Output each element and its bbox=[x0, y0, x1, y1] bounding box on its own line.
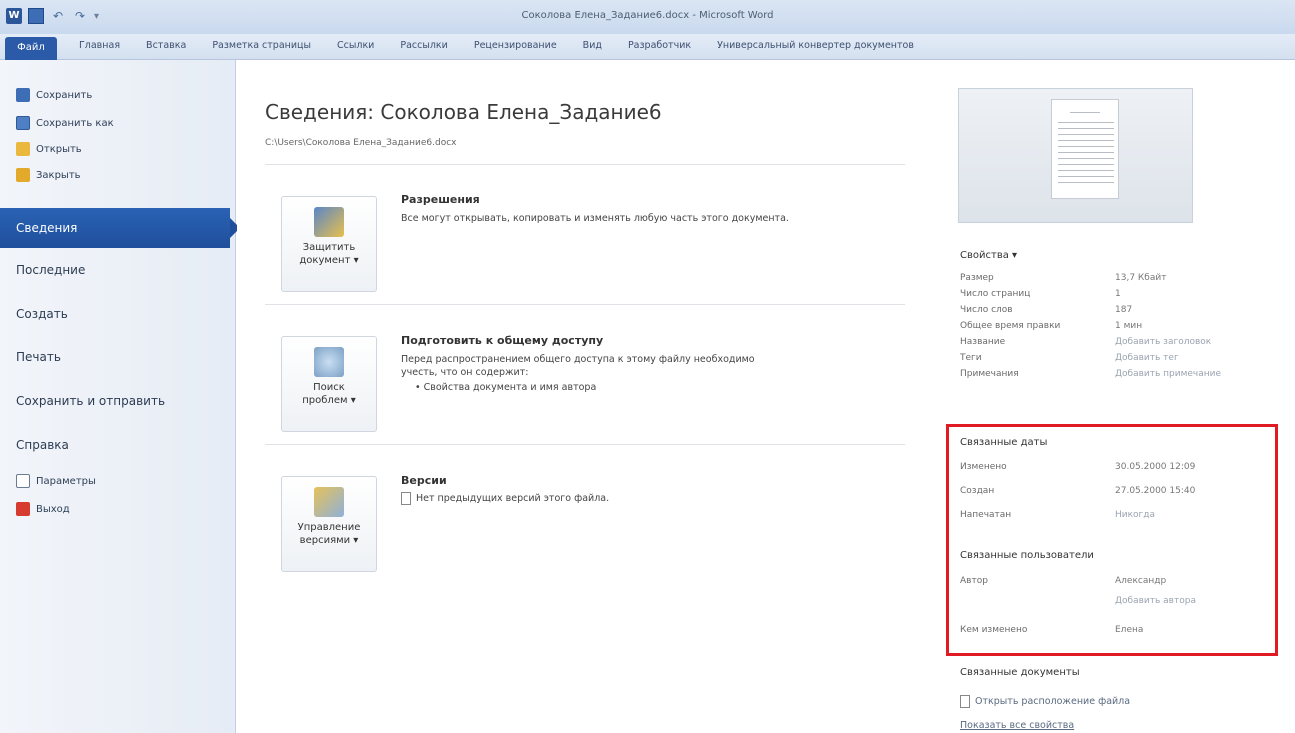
tab-converter[interactable]: Универсальный конвертер документов bbox=[704, 40, 927, 51]
ribbon-tabs: Файл Главная Вставка Разметка страницы С… bbox=[0, 34, 1295, 60]
close-command[interactable]: Закрыть bbox=[16, 166, 81, 184]
property-row: Общее время правки 1 мин bbox=[960, 321, 1280, 331]
save-label: Сохранить bbox=[36, 89, 93, 101]
protect-document-button[interactable]: Защитить документ ▾ bbox=[281, 196, 377, 292]
protect-label-2: документ ▾ bbox=[299, 255, 359, 266]
prepare-text-1: Перед распространением общего доступа к … bbox=[401, 354, 755, 365]
property-key: Название bbox=[960, 337, 1006, 347]
open-label: Открыть bbox=[36, 143, 82, 155]
add-title-link[interactable]: Добавить заголовок bbox=[1115, 337, 1211, 347]
options-icon bbox=[16, 474, 30, 488]
exit-command[interactable]: Выход bbox=[16, 500, 70, 518]
tab-home[interactable]: Главная bbox=[66, 40, 133, 51]
file-path: C:\Users\Соколова Елена_Задание6.docx bbox=[265, 138, 457, 148]
folder-icon bbox=[960, 695, 970, 708]
tab-review[interactable]: Рецензирование bbox=[461, 40, 570, 51]
property-value: 1 bbox=[1115, 289, 1121, 299]
ribbon-tab-list: Главная Вставка Разметка страницы Ссылки… bbox=[66, 40, 927, 51]
thumbnail-page bbox=[1051, 99, 1119, 199]
property-key: Число страниц bbox=[960, 289, 1031, 299]
check-issues-button[interactable]: Поиск проблем ▾ bbox=[281, 336, 377, 432]
property-key: Примечания bbox=[960, 369, 1019, 379]
divider bbox=[265, 164, 905, 165]
nav-new[interactable]: Создать bbox=[16, 307, 68, 321]
page-title: Сведения: Соколова Елена_Задание6 bbox=[265, 100, 662, 124]
open-location-label: Открыть расположение файла bbox=[975, 696, 1131, 707]
property-row: Название Добавить заголовок bbox=[960, 337, 1280, 347]
add-tag-link[interactable]: Добавить тег bbox=[1115, 353, 1179, 363]
options-command[interactable]: Параметры bbox=[16, 472, 96, 490]
nav-recent[interactable]: Последние bbox=[16, 263, 85, 277]
backstage-nav: Сохранить Сохранить как Открыть Закрыть … bbox=[0, 60, 240, 733]
inspect-document-icon bbox=[314, 347, 344, 377]
versions-title: Версии bbox=[401, 474, 447, 487]
open-command[interactable]: Открыть bbox=[16, 140, 82, 158]
save-as-command[interactable]: Сохранить как bbox=[16, 114, 114, 132]
property-row: Число страниц 1 bbox=[960, 289, 1280, 299]
save-as-label: Сохранить как bbox=[36, 117, 114, 129]
prepare-text-2: учесть, что он содержит: bbox=[401, 367, 529, 378]
title-bar: W ↶ ↷ ▾ Соколова Елена_Задание6.docx - M… bbox=[0, 0, 1295, 34]
divider bbox=[265, 444, 905, 445]
folder-close-icon bbox=[16, 168, 30, 182]
property-key: Размер bbox=[960, 273, 994, 283]
tab-developer[interactable]: Разработчик bbox=[615, 40, 704, 51]
versions-label-2: версиями ▾ bbox=[299, 535, 359, 546]
tab-mailings[interactable]: Рассылки bbox=[387, 40, 460, 51]
tab-page-layout[interactable]: Разметка страницы bbox=[199, 40, 324, 51]
nav-info[interactable]: Сведения bbox=[0, 208, 240, 248]
info-main: Сведения: Соколова Елена_Задание6 C:\Use… bbox=[237, 60, 927, 733]
show-all-properties-link[interactable]: Показать все свойства bbox=[960, 720, 1074, 731]
version-doc-icon bbox=[401, 492, 411, 505]
property-value: 187 bbox=[1115, 305, 1133, 315]
add-comment-link[interactable]: Добавить примечание bbox=[1115, 369, 1221, 379]
tab-view[interactable]: Вид bbox=[570, 40, 615, 51]
open-file-location-link[interactable]: Открыть расположение файла bbox=[960, 695, 1130, 708]
close-label: Закрыть bbox=[36, 169, 81, 181]
tab-file[interactable]: Файл bbox=[5, 37, 57, 60]
document-thumbnail bbox=[958, 88, 1193, 223]
window-title: Соколова Елена_Задание6.docx - Microsoft… bbox=[521, 10, 774, 21]
prepare-bullet: • Свойства документа и имя автора bbox=[415, 382, 597, 393]
save-icon bbox=[16, 88, 30, 102]
versions-icon bbox=[314, 487, 344, 517]
manage-versions-button[interactable]: Управление версиями ▾ bbox=[281, 476, 377, 572]
prepare-title: Подготовить к общему доступу bbox=[401, 334, 604, 347]
versions-text-label: Нет предыдущих версий этого файла. bbox=[416, 493, 610, 504]
exit-label: Выход bbox=[36, 503, 70, 515]
related-docs-header: Связанные документы bbox=[960, 667, 1080, 678]
options-label: Параметры bbox=[36, 475, 96, 487]
tab-insert[interactable]: Вставка bbox=[133, 40, 199, 51]
properties-header[interactable]: Свойства ▾ bbox=[960, 250, 1017, 261]
property-row: Число слов 187 bbox=[960, 305, 1280, 315]
check-label-1: Поиск bbox=[313, 382, 345, 393]
property-row: Размер 13,7 Кбайт bbox=[960, 273, 1280, 283]
check-label-2: проблем ▾ bbox=[302, 395, 356, 406]
property-key: Число слов bbox=[960, 305, 1013, 315]
permissions-title: Разрешения bbox=[401, 193, 480, 206]
divider bbox=[265, 304, 905, 305]
highlight-box bbox=[946, 424, 1278, 656]
folder-open-icon bbox=[16, 142, 30, 156]
property-value: 1 мин bbox=[1115, 321, 1143, 331]
prepare-bullet-text: Свойства документа и имя автора bbox=[423, 382, 597, 393]
nav-help[interactable]: Справка bbox=[16, 438, 69, 452]
tab-references[interactable]: Ссылки bbox=[324, 40, 387, 51]
property-key: Теги bbox=[960, 353, 982, 363]
lock-icon bbox=[314, 207, 344, 237]
save-as-icon bbox=[16, 116, 30, 130]
versions-label-1: Управление bbox=[297, 522, 361, 533]
protect-label-1: Защитить bbox=[302, 242, 356, 253]
versions-text: Нет предыдущих версий этого файла. bbox=[401, 492, 609, 505]
exit-icon bbox=[16, 502, 30, 516]
property-key: Общее время правки bbox=[960, 321, 1061, 331]
property-row: Примечания Добавить примечание bbox=[960, 369, 1280, 379]
property-row: Теги Добавить тег bbox=[960, 353, 1280, 363]
save-command[interactable]: Сохранить bbox=[16, 86, 92, 104]
permissions-text: Все могут открывать, копировать и изменя… bbox=[401, 213, 789, 224]
nav-save-send[interactable]: Сохранить и отправить bbox=[16, 394, 165, 408]
nav-print[interactable]: Печать bbox=[16, 350, 61, 364]
property-value: 13,7 Кбайт bbox=[1115, 273, 1167, 283]
